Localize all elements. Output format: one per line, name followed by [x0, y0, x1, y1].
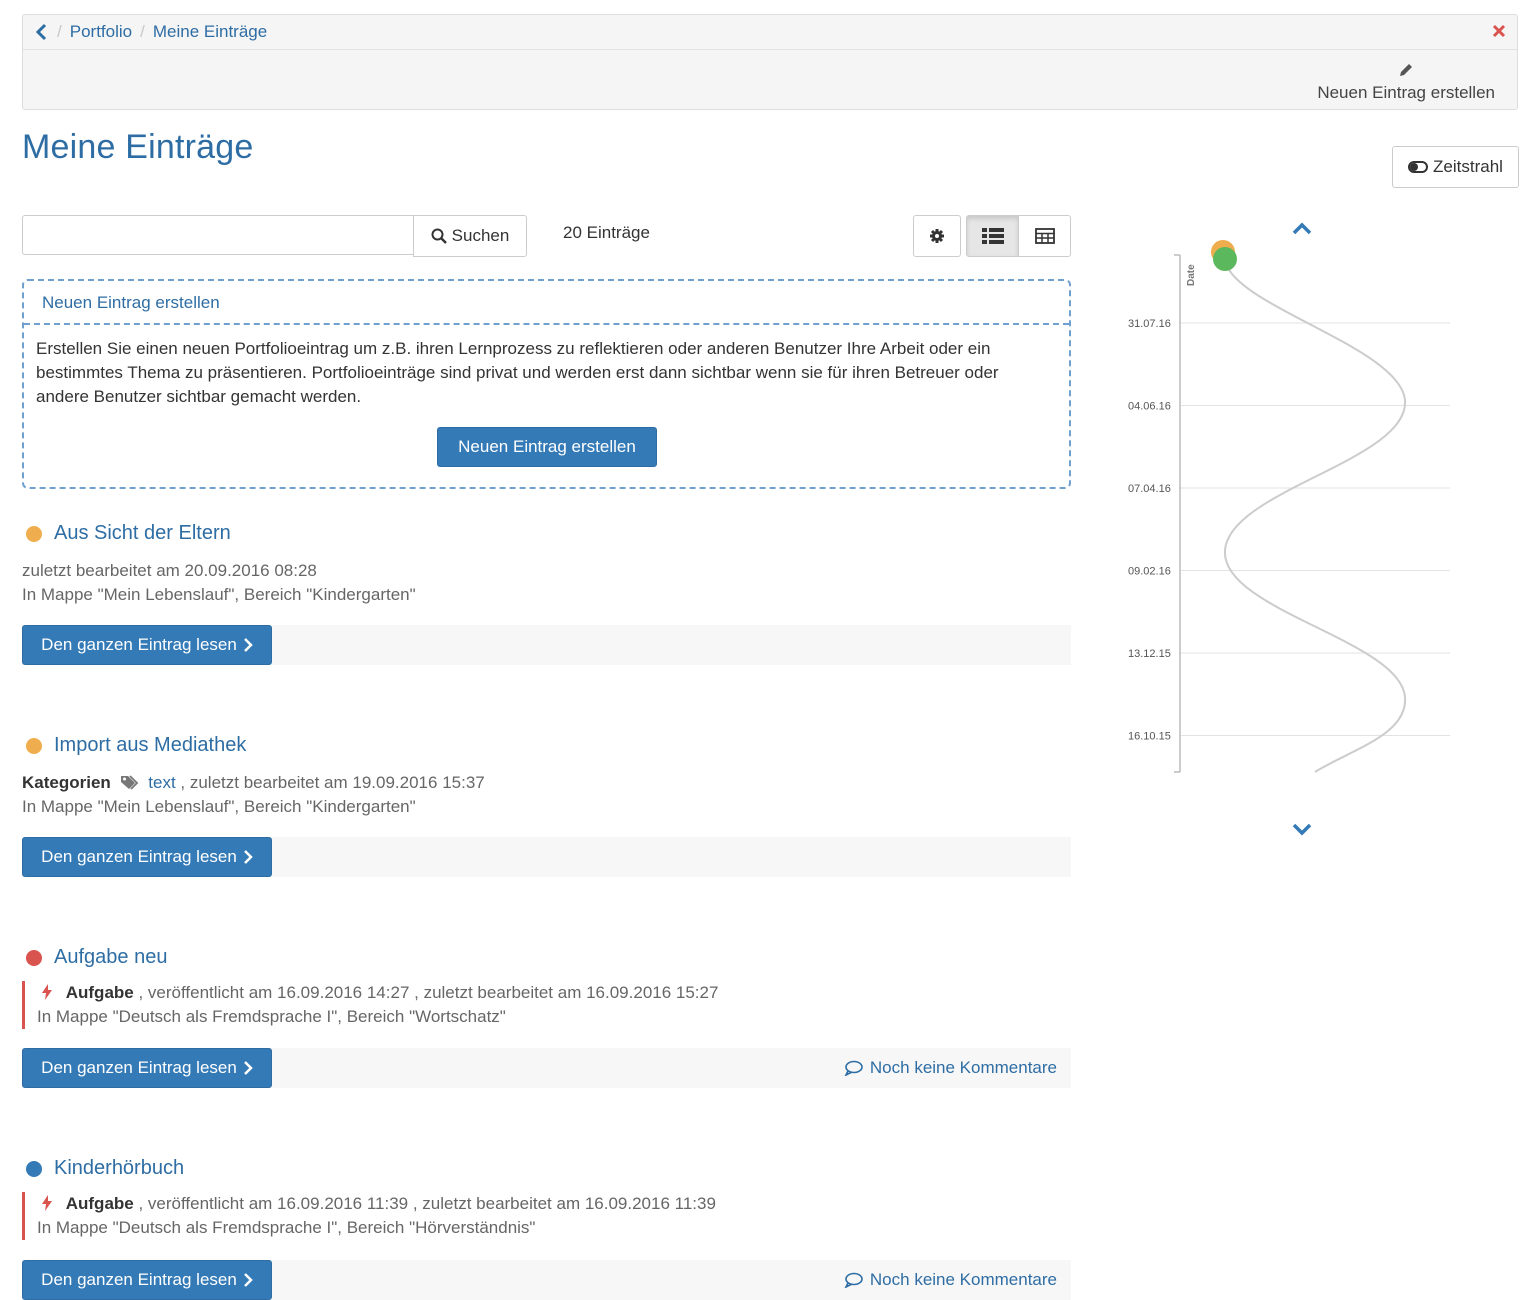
chevron-right-icon: [243, 1273, 253, 1287]
comment-icon: [844, 1060, 863, 1076]
comments-link[interactable]: Noch keine Kommentare: [844, 1058, 1057, 1078]
entry-location: In Mappe "Mein Lebenslauf", Bereich "Kin…: [22, 797, 416, 816]
timeline-toggle-label: Zeitstrahl: [1433, 157, 1503, 176]
new-entry-tool[interactable]: Neuen Eintrag erstellen: [1317, 61, 1495, 103]
breadcrumb-current[interactable]: Meine Einträge: [153, 22, 267, 42]
read-entry-label: Den ganzen Eintrag lesen: [41, 635, 237, 654]
bolt-icon: [42, 1195, 52, 1211]
divider: [24, 323, 1069, 325]
read-entry-button[interactable]: Den ganzen Eintrag lesen: [22, 625, 272, 665]
search-icon: [431, 228, 447, 244]
assignment-info: Aufgabe , veröffentlicht am 16.09.2016 1…: [22, 981, 1071, 1029]
pencil-icon: [1400, 64, 1413, 76]
status-dot: [26, 737, 42, 754]
bolt-icon: [42, 984, 52, 1000]
tag-link[interactable]: text: [148, 773, 175, 792]
comments-label: Noch keine Kommentare: [869, 1058, 1057, 1077]
y-tick-label: 07.04.16: [1128, 483, 1171, 495]
entry-location: In Mappe "Deutsch als Fremdsprache I", B…: [37, 1007, 506, 1026]
search-input[interactable]: [22, 215, 414, 255]
read-entry-label: Den ganzen Eintrag lesen: [41, 847, 237, 866]
assignment-info: Aufgabe , veröffentlicht am 16.09.2016 1…: [22, 1192, 1071, 1240]
toggle-icon: [1408, 161, 1429, 173]
toolbar: / Portfolio / Meine Einträge Neuen Eintr…: [22, 14, 1518, 110]
tags-icon: [120, 775, 138, 790]
assignment-label: Aufgabe: [65, 1194, 134, 1213]
create-entry-title: Neuen Eintrag erstellen: [42, 293, 220, 312]
gear-icon: [930, 229, 944, 243]
categories-label: Kategorien: [22, 773, 111, 792]
list-icon: [981, 228, 1004, 244]
entry-edited: , zuletzt bearbeitet am 19.09.2016 15:37: [180, 773, 485, 792]
entry-title-link[interactable]: Aus Sicht der Eltern: [54, 522, 231, 545]
entry-footer: Den ganzen Eintrag lesen Noch keine Komm…: [22, 1048, 1071, 1088]
comments-label: Noch keine Kommentare: [869, 1270, 1057, 1289]
chevron-right-icon: [243, 1061, 253, 1075]
status-dot: [26, 949, 42, 966]
entry-import-aus-mediathek: Import aus Mediathek Kategorien text , z…: [22, 734, 1071, 877]
timeline-toggle-button[interactable]: Zeitstrahl: [1392, 146, 1519, 188]
entry-published: , veröffentlicht am 16.09.2016 11:39 , z…: [138, 1194, 716, 1213]
entry-aus-sicht-der-eltern: Aus Sicht der Eltern zuletzt bearbeitet …: [22, 522, 1071, 665]
create-entry-button[interactable]: Neuen Eintrag erstellen: [437, 427, 657, 467]
settings-button[interactable]: [913, 215, 961, 257]
entry-title-link[interactable]: Aufgabe neu: [54, 946, 167, 969]
entry-footer: Den ganzen Eintrag lesen: [22, 625, 1071, 665]
status-dot: [26, 1160, 42, 1177]
chart-grid: 31.07.16 04.06.16 07.04.16 09.02.16 13.12.15…: [1128, 318, 1450, 743]
breadcrumb-portfolio[interactable]: Portfolio: [70, 22, 132, 42]
table-icon: [1034, 228, 1055, 244]
table-view-button[interactable]: [1019, 215, 1071, 257]
entry-edited: zuletzt bearbeitet am 20.09.2016 08:28: [22, 561, 317, 580]
create-entry-description: Erstellen Sie einen neuen Portfolioeintr…: [36, 339, 999, 406]
new-entry-tool-label: Neuen Eintrag erstellen: [1317, 83, 1495, 102]
timeline-curve: [1223, 267, 1407, 773]
y-tick-label: 31.07.16: [1128, 318, 1171, 330]
read-entry-button[interactable]: Den ganzen Eintrag lesen: [22, 1260, 272, 1300]
read-entry-label: Den ganzen Eintrag lesen: [41, 1270, 237, 1289]
entry-title-link[interactable]: Kinderhörbuch: [54, 1157, 184, 1180]
entries-count: 20 Einträge: [563, 223, 650, 242]
breadcrumb-separator: /: [57, 22, 62, 41]
chevron-down-icon[interactable]: [1290, 822, 1314, 838]
read-entry-label: Den ganzen Eintrag lesen: [41, 1058, 237, 1077]
chevron-right-icon: [243, 638, 253, 652]
read-entry-button[interactable]: Den ganzen Eintrag lesen: [22, 1048, 272, 1088]
entry-aufgabe-neu: Aufgabe neu Aufgabe , veröffentlicht am …: [22, 946, 1071, 1088]
chevron-right-icon: [243, 850, 253, 864]
breadcrumb-separator: /: [140, 22, 145, 41]
comments-link[interactable]: Noch keine Kommentare: [844, 1270, 1057, 1290]
chevron-left-icon[interactable]: [35, 23, 49, 41]
y-tick-label: 09.02.16: [1128, 566, 1171, 578]
entry-location: In Mappe "Deutsch als Fremdsprache I", B…: [37, 1218, 536, 1237]
breadcrumb: / Portfolio / Meine Einträge: [23, 15, 1517, 50]
y-tick-label: 13.12.15: [1128, 648, 1171, 660]
timeline-chart: 31.07.16 04.06.16 07.04.16 09.02.16 13.12.15…: [1128, 240, 1450, 773]
close-icon[interactable]: [1491, 23, 1507, 39]
y-tick-label: 16.10.15: [1128, 731, 1171, 743]
y-axis-label: Date: [1186, 264, 1197, 286]
list-view-button[interactable]: [966, 215, 1019, 257]
page-title: Meine Einträge: [22, 128, 254, 166]
y-tick-label: 04.06.16: [1128, 401, 1171, 413]
view-buttons: [913, 215, 1071, 257]
timeline-point[interactable]: [1213, 247, 1237, 271]
create-entry-panel: Neuen Eintrag erstellen Erstellen Sie ei…: [22, 279, 1071, 489]
status-dot: [26, 525, 42, 542]
entry-footer: Den ganzen Eintrag lesen Noch keine Komm…: [22, 1260, 1071, 1300]
entry-title-link[interactable]: Import aus Mediathek: [54, 734, 246, 757]
search-button-label: Suchen: [451, 226, 510, 245]
entry-kinderhoerbuch: Kinderhörbuch Aufgabe , veröffentlicht a…: [22, 1157, 1071, 1300]
entry-location: In Mappe "Mein Lebenslauf", Bereich "Kin…: [22, 585, 416, 604]
assignment-label: Aufgabe: [65, 983, 134, 1002]
entry-footer: Den ganzen Eintrag lesen: [22, 837, 1071, 877]
entry-published: , veröffentlicht am 16.09.2016 14:27 , z…: [138, 983, 719, 1002]
read-entry-button[interactable]: Den ganzen Eintrag lesen: [22, 837, 272, 877]
search-button[interactable]: Suchen: [413, 215, 527, 257]
